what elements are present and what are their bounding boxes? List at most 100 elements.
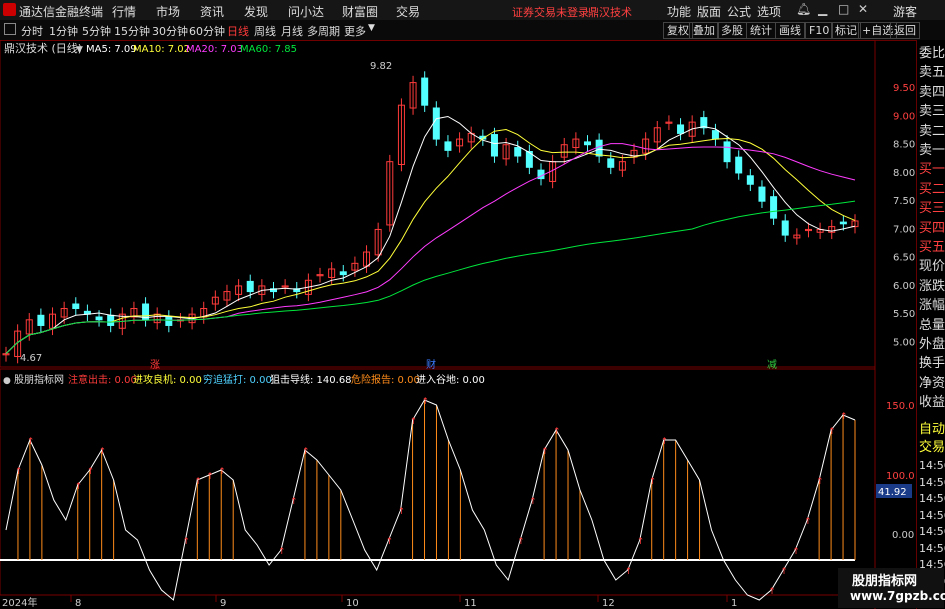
sidebar-item: 卖四 — [919, 84, 945, 100]
sidebar-item: 涨幅 — [919, 298, 945, 314]
sidebar-item: 买一 — [919, 162, 945, 178]
indicator-field-chase: 穷追猛打: 0.00 — [203, 373, 272, 386]
buy-arrow-icon: ↑ — [182, 537, 190, 547]
sidebar-item: 14:56 — [919, 525, 945, 538]
toolbar-draw-button[interactable]: 画线 — [775, 22, 805, 39]
watermark: 股朋指标网 www.7gpzb.com — [838, 568, 945, 608]
sidebar-item: 外盘 — [919, 337, 945, 352]
indicator-toggle-icon[interactable]: ● — [3, 376, 11, 386]
toolbar-mark-button[interactable]: 标记 — [831, 22, 861, 39]
buy-arrow-icon: ↑ — [302, 447, 310, 457]
high-price-label: 9.82 — [370, 61, 392, 72]
menu-item-news[interactable]: 资讯 — [200, 3, 224, 20]
current-value-label: 41.92 — [878, 487, 907, 498]
buy-arrow-icon: ↑ — [27, 437, 35, 447]
x-tick: 2024年 — [2, 596, 37, 609]
candle-body — [514, 147, 522, 157]
sniper-line — [5, 399, 856, 601]
menu-item-ask[interactable]: 问小达 — [288, 3, 324, 20]
period-tab-monthly[interactable]: 月线 — [281, 23, 303, 39]
candle-body — [735, 156, 743, 174]
event-marker-reduce[interactable]: 减 — [767, 359, 777, 371]
period-tab-1min[interactable]: 1分钟 — [49, 23, 78, 39]
buy-arrow-icon: ↑ — [816, 477, 824, 487]
candle-body — [95, 316, 103, 321]
buy-arrow-icon: ↑ — [517, 537, 525, 547]
buy-arrow-icon: ↑ — [278, 547, 286, 557]
chart-area[interactable]: 鼎汉技术 (日线) ▼ MA5: 7.09 MA10: 7.02 MA20: 7… — [0, 40, 916, 609]
indicator-name: 股朋指标网 — [14, 373, 64, 386]
ma5-label: MA5: 7.09 — [86, 44, 137, 55]
menu-right-options[interactable]: 选项 — [757, 3, 781, 20]
buy-arrow-icon: ↑ — [194, 477, 202, 487]
buy-arrow-icon: ↑ — [206, 472, 214, 482]
period-tab-60min[interactable]: 60分钟 — [189, 23, 225, 39]
guest-label[interactable]: 游客 — [893, 3, 917, 20]
buy-arrow-icon: ↑ — [75, 482, 83, 492]
period-tab-30min[interactable]: 30分钟 — [152, 23, 188, 39]
sidebar-item: 买三 — [919, 201, 945, 217]
buy-arrow-icon: ↑ — [780, 567, 788, 577]
event-marker-limitup[interactable]: 涨 — [150, 359, 160, 371]
sidebar-item: 14:56 — [919, 541, 945, 555]
indicator-field-attack: 注意出击: 0.00 — [68, 373, 137, 386]
toolbar-multistock-button[interactable]: 多股 — [717, 22, 747, 39]
watermark-url: www.7gpzb.com — [850, 589, 945, 603]
buy-arrow-icon: ↑ — [410, 417, 418, 427]
event-marker-finance[interactable]: 财 — [426, 358, 436, 371]
buy-arrow-icon: ↑ — [768, 587, 776, 597]
indicator-tick: 150.0 — [886, 401, 915, 412]
menu-item-quotes[interactable]: 行情 — [112, 3, 136, 20]
menu-item-trade[interactable]: 交易 — [396, 3, 420, 20]
buy-arrow-icon: ↑ — [99, 447, 107, 457]
toolbar-stats-button[interactable]: 统计 — [746, 22, 776, 39]
x-tick: 9 — [220, 598, 226, 609]
buy-arrow-icon: ↑ — [661, 437, 669, 447]
toolbar-f10-button[interactable]: F10 — [805, 22, 834, 39]
toolbar-back-button[interactable]: 返回 — [890, 22, 920, 39]
maximize-icon[interactable]: □ — [838, 2, 849, 16]
sidebar-item: 14:56 — [919, 492, 945, 505]
menu-right-formula[interactable]: 公式 — [727, 3, 751, 20]
ma-toggle-icon[interactable]: ▼ — [76, 45, 83, 55]
sidebar-item: 买四 — [919, 220, 945, 236]
watermark-title: 股朋指标网 — [852, 574, 918, 589]
menu-bar: 通达信金融终端 行情 市场 资讯 发现 问小达 财富圈 交易 证券交易未登录 鼎… — [0, 0, 945, 21]
sidebar-item: 14:56 — [919, 508, 945, 522]
sidebar-item: 14:56 — [919, 459, 945, 472]
buy-arrow-icon: ↑ — [828, 427, 836, 437]
candle-body — [107, 314, 115, 326]
toolbar-grid-icon[interactable] — [4, 23, 16, 35]
ma60-line — [5, 200, 856, 355]
price-tick: 6.00 — [893, 281, 915, 292]
ma10-label: MA10: 7.02 — [133, 44, 190, 55]
period-tab-weekly[interactable]: 周线 — [254, 23, 276, 39]
quote-sidebar: 委比 卖五 卖四 卖三 卖二 卖一 买一 买二 买三 买四 买五 现价 涨跌 涨幅 总量 外盘 换手 净资 收益 自动… — [916, 40, 945, 609]
chevron-down-icon[interactable]: ▼ — [368, 23, 375, 33]
buy-arrow-icon: ↑ — [87, 467, 95, 477]
x-tick: 1 — [731, 598, 737, 609]
toolbar-overlay-button[interactable]: 叠加 — [689, 22, 719, 39]
buy-arrow-icon: ↑ — [541, 447, 549, 457]
menu-item-market[interactable]: 市场 — [156, 3, 180, 20]
candle-body — [607, 158, 615, 168]
low-price-label: 4.67 — [20, 353, 42, 364]
period-tab-more[interactable]: 更多 — [344, 23, 366, 39]
bell-icon[interactable]: 🔔︎ — [796, 2, 811, 16]
candle-body — [595, 139, 603, 157]
close-icon[interactable]: ✕ — [858, 2, 868, 16]
login-notice[interactable]: 证券交易未登录 — [512, 4, 589, 20]
minimize-icon[interactable]: ▁ — [818, 2, 827, 16]
menu-right-function[interactable]: 功能 — [667, 3, 691, 20]
period-tab-15min[interactable]: 15分钟 — [114, 23, 150, 39]
period-tab-intraday[interactable]: 分时 — [21, 23, 43, 39]
price-tick: 5.00 — [893, 337, 915, 348]
menu-item-wealth[interactable]: 财富圈 — [342, 3, 378, 20]
buy-arrow-icon: ↑ — [637, 537, 645, 547]
menu-item-discover[interactable]: 发现 — [244, 3, 268, 20]
period-tab-5min[interactable]: 5分钟 — [82, 23, 111, 39]
menu-right-layout[interactable]: 版面 — [697, 3, 721, 20]
buy-arrow-icon: ↑ — [386, 537, 394, 547]
period-tab-daily[interactable]: 日线 — [227, 23, 249, 39]
period-tab-multi[interactable]: 多周期 — [307, 23, 340, 39]
